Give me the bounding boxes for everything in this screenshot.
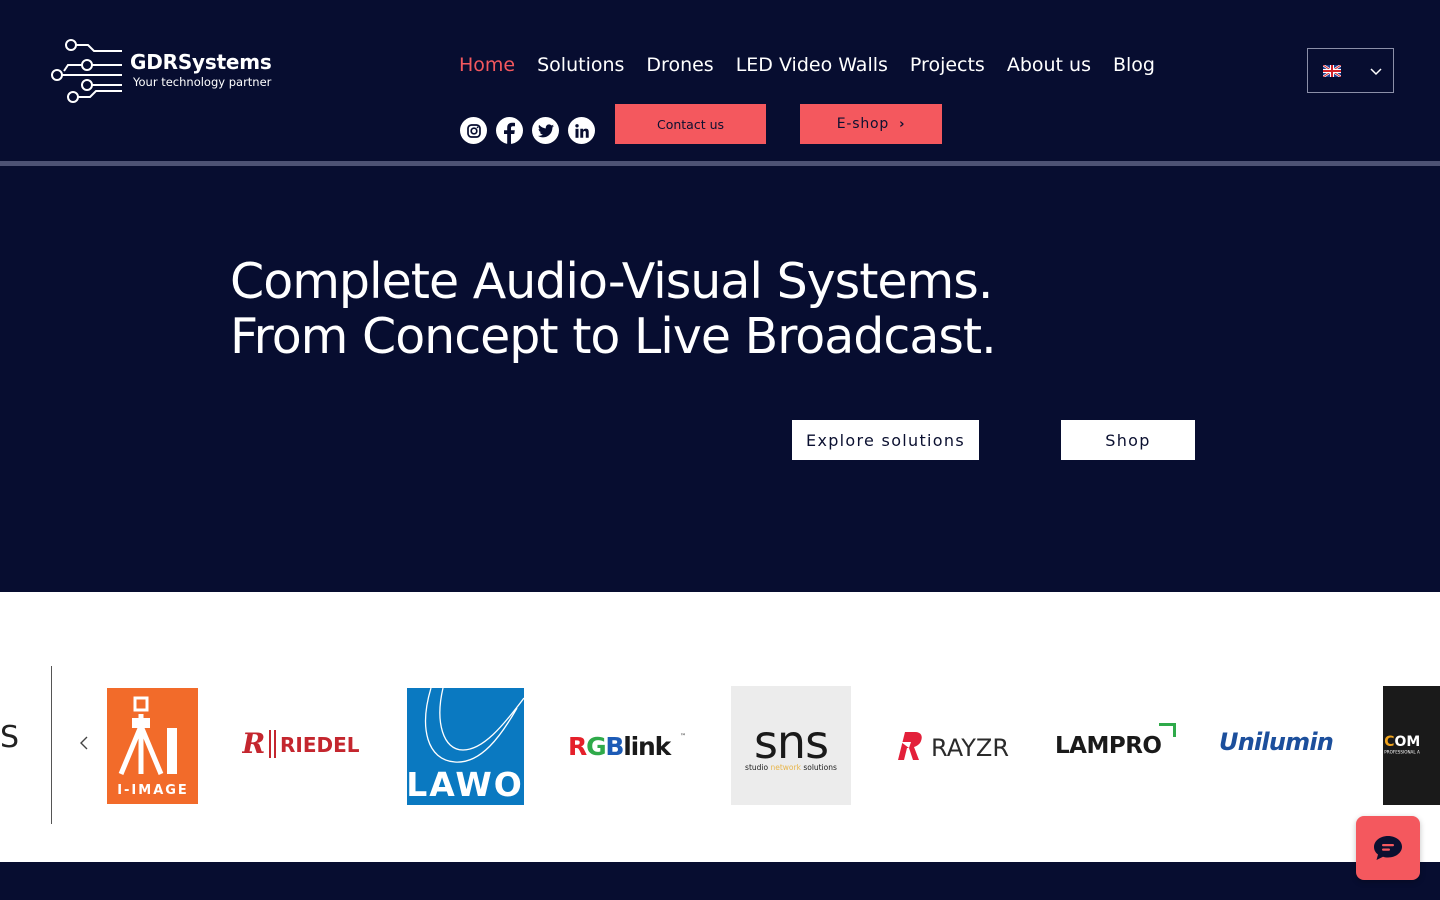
partner-rayzr-text: RAYZR bbox=[931, 734, 1009, 762]
partner-logo-sns: sns studio network solutions bbox=[731, 686, 851, 805]
hero-title: Complete Audio-Visual Systems. From Conc… bbox=[230, 253, 997, 365]
nav-item-home[interactable]: Home bbox=[448, 54, 526, 76]
site-header: GDRSystems Your technology partner Home … bbox=[0, 0, 1440, 161]
explore-solutions-button[interactable]: Explore solutions bbox=[792, 420, 979, 460]
partner-unilumin-text: Unilumin bbox=[1219, 728, 1333, 756]
hero-section bbox=[0, 166, 1440, 592]
partner-logo-iimage: I-IMAGE bbox=[107, 688, 198, 804]
partner-logo-riedel: R RIEDEL bbox=[242, 722, 364, 764]
partner-logo-unilumin: Unilumin bbox=[1217, 722, 1341, 762]
partner-logo-lampro: LAMPRO bbox=[1055, 720, 1179, 762]
partner-logo-com: COM PROFESSIONAL A bbox=[1383, 686, 1440, 805]
slider-divider bbox=[51, 666, 52, 824]
facebook-icon[interactable] bbox=[496, 117, 523, 144]
partner-com-subtext: PROFESSIONAL A bbox=[1384, 749, 1420, 754]
partner-riedel-text: RIEDEL bbox=[280, 733, 360, 757]
twitter-icon[interactable] bbox=[532, 117, 559, 144]
nav-item-about-us[interactable]: About us bbox=[996, 54, 1102, 76]
brand-logo[interactable]: GDRSystems Your technology partner bbox=[50, 38, 290, 104]
language-selector[interactable] bbox=[1307, 48, 1394, 93]
svg-text:™: ™ bbox=[680, 733, 686, 740]
instagram-icon[interactable] bbox=[460, 117, 487, 144]
nav-item-solutions[interactable]: Solutions bbox=[526, 54, 635, 76]
footer-band bbox=[0, 862, 1440, 900]
svg-text:R: R bbox=[242, 727, 265, 760]
shop-label: Shop bbox=[1105, 430, 1151, 450]
explore-solutions-label: Explore solutions bbox=[806, 430, 965, 450]
linkedin-icon[interactable] bbox=[568, 117, 595, 144]
chevron-down-icon bbox=[1370, 68, 1382, 76]
circuit-logo-icon bbox=[51, 39, 122, 103]
nav-item-blog[interactable]: Blog bbox=[1102, 54, 1166, 76]
brand-name: GDRSystems bbox=[130, 50, 272, 74]
partner-lampro-text: LAMPRO bbox=[1055, 733, 1161, 759]
partner-logo-rayzr: RAYZR bbox=[895, 724, 1015, 766]
partner-lawo-text: LAWO bbox=[407, 765, 524, 804]
contact-us-label: Contact us bbox=[656, 116, 725, 132]
chat-widget-button[interactable] bbox=[1356, 816, 1420, 880]
partner-logo-rgblink: RGBlink ™ bbox=[566, 726, 690, 764]
brand-tagline: Your technology partner bbox=[133, 75, 272, 89]
eshop-button[interactable]: E-shop › bbox=[800, 104, 942, 144]
contact-us-button[interactable]: Contact us bbox=[615, 104, 766, 144]
chat-bubble-icon bbox=[1374, 836, 1402, 860]
partner-com-text: COM bbox=[1384, 734, 1420, 750]
partner-iimage-text: I-IMAGE bbox=[117, 783, 189, 798]
nav-item-projects[interactable]: Projects bbox=[899, 54, 996, 76]
chevron-right-icon: › bbox=[899, 116, 906, 132]
nav-item-led-video-walls[interactable]: LED Video Walls bbox=[725, 54, 899, 76]
partner-logo-lawo: LAWO bbox=[407, 688, 524, 805]
partner-sns-text: sns bbox=[754, 715, 828, 769]
partner-logo-clipped: S bbox=[0, 720, 20, 755]
shop-button[interactable]: Shop bbox=[1061, 420, 1195, 460]
nav-item-drones[interactable]: Drones bbox=[635, 54, 724, 76]
partners-carousel: S I-IMAGE R RIEDEL LAWO RGBlink ™ sns st… bbox=[0, 592, 1440, 862]
partner-rgblink-text: RGBlink bbox=[568, 732, 673, 761]
chevron-left-icon[interactable] bbox=[76, 732, 92, 754]
uk-flag-icon bbox=[1323, 65, 1341, 77]
partner-sns-subtext: studio network solutions bbox=[745, 763, 837, 772]
main-nav: Home Solutions Drones LED Video Walls Pr… bbox=[448, 50, 1166, 80]
eshop-label: E-shop bbox=[836, 116, 890, 132]
